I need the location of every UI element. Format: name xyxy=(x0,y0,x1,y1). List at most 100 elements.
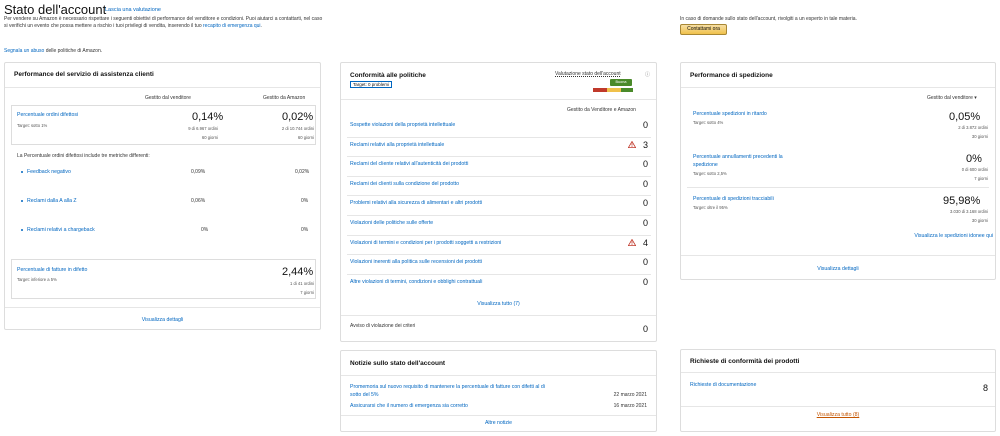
odr-amazon-orders: 2 di 10.744 ordini xyxy=(281,126,314,131)
policy-row-link[interactable]: Violazioni di termini e condizioni per i… xyxy=(350,240,501,246)
policy-row-link[interactable]: Altre violazioni di termini, condizioni … xyxy=(350,279,482,285)
divider xyxy=(341,375,656,376)
bullet-icon xyxy=(21,200,23,202)
odr-seller-days: 60 giorni xyxy=(201,135,218,140)
col-seller-header: Gestito dal venditore xyxy=(145,95,191,101)
divider xyxy=(681,255,995,256)
metrics-intro: La Percentuale ordini difettosi include … xyxy=(17,153,150,159)
policy-row-value: 3 xyxy=(643,139,649,150)
metric-chargeback-link[interactable]: Reclami relativi a chargeback xyxy=(27,227,95,233)
tracking-target: Target: oltre il 95% xyxy=(693,205,728,210)
news-item-link[interactable]: Assicurarsi che il numero di emergenza s… xyxy=(350,403,468,409)
invoice-target: Target: inferiore a 5% xyxy=(17,277,57,282)
divider xyxy=(341,315,656,316)
invoice-orders: 1 di 41 ordini xyxy=(290,281,314,286)
policy-row-value: 0 xyxy=(643,218,649,228)
warning-icon xyxy=(627,140,637,148)
warning-icon xyxy=(627,238,637,246)
divider xyxy=(347,156,651,158)
divider xyxy=(341,99,656,100)
policy-row-value: 0 xyxy=(643,257,649,268)
cancel-target: Target: sotto 2,5% xyxy=(693,171,727,176)
divider xyxy=(347,234,651,236)
divider xyxy=(5,307,320,308)
policy-row-link[interactable]: Reclami del cliente relativi all'autenti… xyxy=(350,161,468,167)
compliance-card: Richieste di conformità dei prodotti Ric… xyxy=(680,349,996,432)
invoice-link[interactable]: Percentuale di fatture in difetto xyxy=(17,267,87,273)
policy-row-value: 0 xyxy=(643,159,649,170)
emergency-contact-link[interactable]: recapito di emergenza qui xyxy=(203,23,261,29)
contact-now-button[interactable]: Contattami ora xyxy=(680,24,727,35)
customer-service-title: Performance del servizio di assistenza c… xyxy=(14,71,154,78)
col-amazon-header: Gestito da Amazon xyxy=(263,95,306,101)
rating-badge: Buona xyxy=(610,79,632,86)
divider xyxy=(347,254,651,256)
tracking-days: 30 giorni xyxy=(971,218,988,223)
divider xyxy=(347,215,651,216)
policy-row-link[interactable]: Violazioni inerenti alla politica sulle … xyxy=(350,259,482,265)
metric-feedback-link[interactable]: Feedback negativo xyxy=(27,169,71,175)
more-news-link[interactable]: Altre notizie xyxy=(341,420,656,426)
intro-text: Per vendere su Amazon è necessario rispe… xyxy=(4,16,323,29)
cs-view-details-link[interactable]: Visualizza dettagli xyxy=(5,317,320,323)
policy-title: Conformità alle politiche xyxy=(350,72,426,79)
rating-bar-green xyxy=(621,88,633,92)
metric-az-amazon: 0% xyxy=(301,198,309,204)
odr-link[interactable]: Percentuale ordini difettosi xyxy=(17,112,78,118)
page-title: Stato dell'account xyxy=(4,2,107,17)
policy-row-link[interactable]: Problemi relativi alla sicurezza di alim… xyxy=(350,200,482,206)
target-label: Target: 0 problemi xyxy=(350,81,393,88)
late-value: 0,05% xyxy=(949,111,981,123)
metric-chargeback-amazon: 0% xyxy=(301,227,309,233)
documentation-requests-link[interactable]: Richieste di documentazione xyxy=(690,382,756,388)
divider xyxy=(347,195,651,197)
news-item-link[interactable]: Promemoria sul nuovo requisito di manten… xyxy=(350,383,555,399)
metric-az-link[interactable]: Reclami dalla A alla Z xyxy=(27,198,77,204)
bullet-icon xyxy=(21,171,23,173)
notice-label: Avviso di violazione dei criteri xyxy=(350,323,416,329)
policy-row-value: 0 xyxy=(643,120,649,130)
late-target: Target: sotto 4% xyxy=(693,120,724,125)
metric-az-seller: 0,06% xyxy=(191,198,206,204)
policy-row-link[interactable]: Reclami relativi alla proprietà intellet… xyxy=(350,142,444,148)
compliance-view-all-link[interactable]: Visualizza tutto (8) xyxy=(681,412,995,418)
invoice-box: Percentuale di fatture in difetto Target… xyxy=(11,259,316,299)
report-abuse-link[interactable]: Segnala un abuso xyxy=(4,48,44,54)
rating-label[interactable]: Valutazione stato dell'account xyxy=(555,71,621,77)
policy-view-all-link[interactable]: Visualizza tutto (7) xyxy=(341,301,656,307)
news-item-date: 22 marzo 2021 xyxy=(613,392,647,398)
odr-amazon-days: 60 giorni xyxy=(297,135,314,140)
divider xyxy=(5,87,320,88)
tracking-rate-link[interactable]: Percentuale di spedizioni tracciabili xyxy=(693,196,774,202)
policy-row-link[interactable]: Reclami dei clienti sulla condizione del… xyxy=(350,181,459,187)
intro-body: Per vendere su Amazon è necessario rispe… xyxy=(4,16,323,29)
shipping-title: Performance di spedizione xyxy=(690,72,773,79)
late-shipment-link[interactable]: Percentuale spedizioni in ritardo xyxy=(693,111,813,117)
policy-row-value: 0 xyxy=(643,198,649,209)
report-abuse-text: delle politiche di Amazon. xyxy=(45,48,103,54)
policy-row-value: 0 xyxy=(643,178,649,189)
shipping-view-details-link[interactable]: Visualizza dettagli xyxy=(681,266,995,272)
shipping-dropdown[interactable]: Gestito dal venditore ▾ xyxy=(927,95,977,101)
divider xyxy=(347,175,651,177)
late-days: 30 giorni xyxy=(971,134,988,139)
shipping-dropdown-label: Gestito dal venditore xyxy=(927,95,973,101)
compliance-title: Richieste di conformità dei prodotti xyxy=(690,358,800,365)
divider xyxy=(681,406,995,407)
policy-row-link[interactable]: Violazioni delle politiche sulle offerte xyxy=(350,220,433,226)
report-abuse-line: Segnala un abuso delle politiche di Amaz… xyxy=(4,48,102,54)
cancel-orders: 0 di 600 ordini xyxy=(961,167,988,172)
metric-feedback-amazon: 0,02% xyxy=(295,169,310,175)
odr-seller-value: 0,14% xyxy=(192,111,224,123)
policy-row-value: 4 xyxy=(643,237,649,248)
feedback-link[interactable]: Lascia una valutazione xyxy=(105,7,161,13)
info-icon[interactable]: ⓘ xyxy=(645,71,650,78)
notice-value: 0 xyxy=(643,324,649,334)
news-item-date: 16 marzo 2021 xyxy=(613,403,647,409)
cancel-rate-link[interactable]: Percentuale annullamenti precedenti la s… xyxy=(693,153,788,169)
odr-target: Target: sotto 1% xyxy=(17,123,48,128)
policy-row-link[interactable]: Sospette violazioni della proprietà inte… xyxy=(350,122,455,128)
eligible-shipments-link[interactable]: Visualizza le spedizioni idonee qui xyxy=(881,233,993,239)
policy-card: Conformità alle politiche Valutazione st… xyxy=(340,62,657,342)
shipping-card: Performance di spedizione Gestito dal ve… xyxy=(680,62,996,280)
